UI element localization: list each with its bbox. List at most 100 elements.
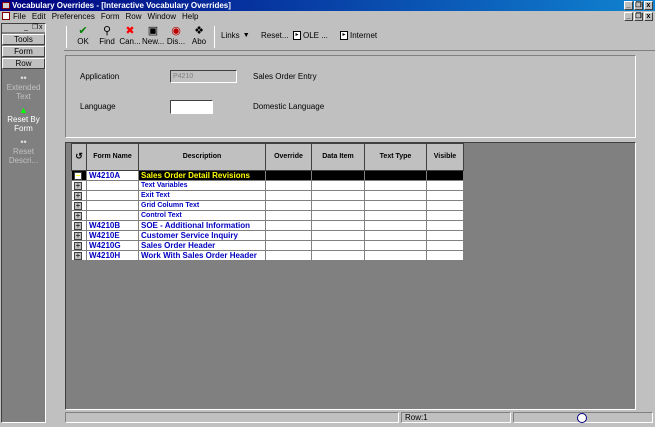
col-data-item[interactable]: Data Item	[311, 143, 365, 171]
app-icon[interactable]	[2, 2, 10, 9]
internet-link[interactable]: ▸ Internet	[340, 31, 377, 40]
visible-cell[interactable]	[426, 190, 464, 201]
exit-bar-minimize-icon[interactable]: _	[24, 24, 28, 32]
table-row[interactable]: − W4210A Sales Order Detail Revisions	[71, 170, 464, 181]
text-type-cell[interactable]	[364, 180, 427, 191]
row-expander[interactable]: +	[71, 250, 87, 261]
description-cell[interactable]: Sales Order Detail Revisions	[138, 170, 266, 181]
menu-row[interactable]: Row	[126, 11, 142, 22]
reset-link[interactable]: Reset...	[261, 31, 289, 40]
text-type-cell[interactable]	[364, 250, 427, 261]
data-item-cell[interactable]	[311, 240, 365, 251]
override-cell[interactable]	[265, 220, 312, 231]
doc-close-button[interactable]: x	[644, 12, 653, 21]
form-name-cell[interactable]	[86, 200, 139, 211]
grid-corner-button[interactable]: ↺	[71, 143, 87, 171]
cancel-button[interactable]: ✖ Can...	[119, 25, 141, 46]
col-form-name[interactable]: Form Name	[86, 143, 139, 171]
row-expander[interactable]: +	[71, 200, 87, 211]
form-name-cell[interactable]	[86, 190, 139, 201]
form-name-cell[interactable]: W4210A	[86, 170, 139, 181]
table-row[interactable]: + Grid Column Text	[71, 200, 464, 211]
table-row[interactable]: + Text Variables	[71, 180, 464, 191]
row-expander[interactable]: +	[71, 210, 87, 221]
row-button[interactable]: Row	[2, 58, 45, 69]
close-button[interactable]: x	[644, 1, 653, 10]
visible-cell[interactable]	[426, 250, 464, 261]
description-cell[interactable]: Text Variables	[138, 180, 266, 191]
links-menu[interactable]: Links ▼	[221, 31, 250, 40]
visible-cell[interactable]	[426, 220, 464, 231]
form-button[interactable]: Form	[2, 46, 45, 57]
row-expander[interactable]: +	[71, 220, 87, 231]
data-item-cell[interactable]	[311, 190, 365, 201]
expand-icon[interactable]: +	[74, 212, 82, 220]
menu-file[interactable]: File	[13, 11, 26, 22]
override-cell[interactable]	[265, 190, 312, 201]
language-field[interactable]	[170, 100, 213, 114]
visible-cell[interactable]	[426, 210, 464, 221]
visible-cell[interactable]	[426, 200, 464, 211]
expand-icon[interactable]: +	[74, 192, 82, 200]
data-item-cell[interactable]	[311, 220, 365, 231]
menu-preferences[interactable]: Preferences	[52, 11, 95, 22]
menu-form[interactable]: Form	[101, 11, 120, 22]
table-row[interactable]: + W4210H Work With Sales Order Header	[71, 250, 464, 261]
table-row[interactable]: + Exit Text	[71, 190, 464, 201]
col-override[interactable]: Override	[265, 143, 312, 171]
about-button[interactable]: ❖ Abo	[188, 25, 210, 46]
row-expander[interactable]: +	[71, 240, 87, 251]
form-name-cell[interactable]	[86, 180, 139, 191]
description-cell[interactable]: Control Text	[138, 210, 266, 221]
override-cell[interactable]	[265, 240, 312, 251]
table-row[interactable]: + Control Text	[71, 210, 464, 221]
row-expander[interactable]: −	[71, 170, 87, 181]
doc-restore-button[interactable]: ❐	[634, 12, 643, 21]
override-cell[interactable]	[265, 180, 312, 191]
text-type-cell[interactable]	[364, 240, 427, 251]
exit-bar-close-icon[interactable]: x	[39, 24, 43, 32]
menu-help[interactable]: Help	[182, 11, 198, 22]
table-row[interactable]: + W4210E Customer Service Inquiry	[71, 230, 464, 241]
text-type-cell[interactable]	[364, 190, 427, 201]
expand-icon[interactable]: +	[74, 202, 82, 210]
col-description[interactable]: Description	[138, 143, 266, 171]
description-cell[interactable]: Exit Text	[138, 190, 266, 201]
override-cell[interactable]	[265, 210, 312, 221]
text-type-cell[interactable]	[364, 200, 427, 211]
row-expander[interactable]: +	[71, 180, 87, 191]
form-name-cell[interactable]: W4210H	[86, 250, 139, 261]
visible-cell[interactable]	[426, 180, 464, 191]
expand-icon[interactable]: +	[74, 242, 82, 250]
override-cell[interactable]	[265, 230, 312, 241]
text-type-cell[interactable]	[364, 210, 427, 221]
col-text-type[interactable]: Text Type	[364, 143, 427, 171]
data-item-cell[interactable]	[311, 200, 365, 211]
tools-button[interactable]: Tools	[2, 34, 45, 45]
description-cell[interactable]: Grid Column Text	[138, 200, 266, 211]
description-cell[interactable]: SOE - Additional Information	[138, 220, 266, 231]
find-button[interactable]: ⚲ Find	[96, 25, 118, 46]
visible-cell[interactable]	[426, 230, 464, 241]
restore-button[interactable]: ❐	[634, 1, 643, 10]
form-name-cell[interactable]: W4210B	[86, 220, 139, 231]
menu-edit[interactable]: Edit	[32, 11, 46, 22]
reset-description-action[interactable]: •• Reset Descri...	[2, 137, 45, 165]
data-item-cell[interactable]	[311, 170, 365, 181]
new-button[interactable]: ▣ New...	[142, 25, 164, 46]
row-expander[interactable]: +	[71, 190, 87, 201]
form-name-cell[interactable]: W4210G	[86, 240, 139, 251]
expand-icon[interactable]: +	[74, 222, 82, 230]
menu-window[interactable]: Window	[148, 11, 176, 22]
form-name-cell[interactable]: W4210E	[86, 230, 139, 241]
description-cell[interactable]: Sales Order Header	[138, 240, 266, 251]
row-expander[interactable]: +	[71, 230, 87, 241]
override-cell[interactable]	[265, 250, 312, 261]
ok-button[interactable]: ✔ OK	[72, 25, 94, 46]
visible-cell[interactable]	[426, 170, 464, 181]
exit-bar-restore-icon[interactable]: ❐	[32, 24, 38, 32]
visible-cell[interactable]	[426, 240, 464, 251]
description-cell[interactable]: Customer Service Inquiry	[138, 230, 266, 241]
data-item-cell[interactable]	[311, 230, 365, 241]
table-row[interactable]: + W4210G Sales Order Header	[71, 240, 464, 251]
